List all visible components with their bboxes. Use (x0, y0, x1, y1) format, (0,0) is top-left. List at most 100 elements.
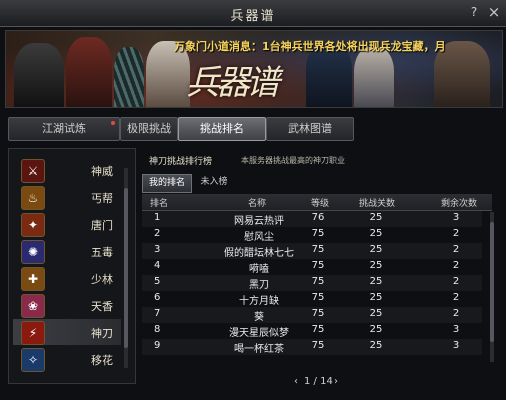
cell-name: 假的醋坛林七七 (224, 248, 294, 259)
cell-level: 75 (311, 260, 325, 271)
tab-label: 极限挑战 (127, 122, 171, 135)
cell-name: 喝一杯红茶 (234, 344, 284, 355)
sect-list-scrollbar[interactable] (124, 168, 128, 368)
cell-level: 76 (311, 212, 325, 223)
shaolin-icon: ✚ (21, 267, 45, 291)
tianxiang-icon: ❀ (21, 294, 45, 318)
table-row[interactable]: 4 嗬嗑 75 25 2 (142, 259, 482, 275)
sidebar-item-label: 丐帮 (91, 192, 113, 205)
next-page-button[interactable]: › (334, 376, 338, 387)
cell-name: 葵 (254, 312, 264, 323)
sidebar-item-yihua[interactable]: ✧ 移花 (13, 346, 121, 372)
sidebar-item-gaibang[interactable]: ♨ 丐帮 (13, 184, 121, 210)
cell-remaining: 2 (452, 260, 460, 271)
cell-remaining: 2 (452, 292, 460, 303)
table-row[interactable]: 1 网易云热评 76 25 3 (142, 211, 482, 227)
tab-jianghu-trial[interactable]: 江湖试炼 (8, 117, 120, 141)
window-title: 兵器谱 (230, 9, 276, 24)
banner: 兵器谱 万象门小道消息：1台神兵世界各处将出现兵龙宝藏，月 (5, 30, 503, 108)
cell-rank: 2 (154, 228, 161, 239)
sidebar-item-label: 神威 (91, 165, 113, 178)
tab-my-rank[interactable]: 我的排名 (142, 174, 192, 193)
table-row[interactable]: 3 假的醋坛林七七 75 25 2 (142, 243, 482, 259)
cell-remaining: 2 (452, 276, 460, 287)
header-remaining: 剩余次数 (440, 199, 477, 209)
cell-rank: 7 (154, 308, 161, 319)
cell-level: 75 (311, 340, 325, 351)
sidebar-item-wudu[interactable]: ✺ 五毒 (13, 238, 121, 264)
ranking-subtabs: 我的排名 未入榜 (142, 174, 492, 193)
cell-remaining: 2 (452, 308, 460, 319)
cell-rank: 9 (154, 340, 161, 351)
cell-wins: 25 (369, 276, 383, 287)
tab-bar: 江湖试炼 极限挑战 挑战排名 武林图谱 (8, 117, 498, 141)
cell-name: 网易云热评 (234, 216, 284, 227)
tangmen-icon: ✦ (21, 213, 45, 237)
cell-rank: 4 (154, 260, 161, 271)
header-name: 名称 (247, 199, 266, 209)
cell-remaining: 2 (452, 244, 460, 255)
cell-level: 75 (311, 324, 325, 335)
sidebar-item-tianxiang[interactable]: ❀ 天香 (13, 292, 121, 318)
cell-remaining: 2 (452, 228, 460, 239)
yihua-icon: ✧ (21, 348, 45, 372)
close-button[interactable]: × (486, 4, 502, 20)
sidebar-item-label: 唐门 (91, 219, 113, 232)
cell-rank: 1 (154, 212, 161, 223)
cell-rank: 5 (154, 276, 161, 287)
banner-calligraphy: 兵器谱 (186, 63, 280, 103)
cell-level: 75 (311, 228, 325, 239)
scrollbar-thumb[interactable] (124, 188, 128, 348)
sect-list: ⚔ 神威 ♨ 丐帮 ✦ 唐门 ✺ 五毒 ✚ 少林 ❀ 天香 ⚡ 神刀 ✧ 移花 (8, 148, 136, 384)
sidebar-item-shenwei[interactable]: ⚔ 神威 (13, 157, 121, 183)
sidebar-item-label: 少林 (91, 273, 113, 286)
shendao-icon: ⚡ (21, 321, 45, 345)
cell-wins: 25 (369, 292, 383, 303)
tab-label: 挑战排名 (200, 122, 244, 135)
table-row[interactable]: 9 喝一杯红茶 75 25 3 (142, 339, 482, 355)
shenwei-icon: ⚔ (21, 159, 45, 183)
header-level: 等级 (310, 199, 329, 209)
cell-wins: 25 (369, 228, 383, 239)
header-rank: 排名 (150, 199, 169, 209)
cell-wins: 25 (369, 244, 383, 255)
tab-unranked[interactable]: 未入榜 (194, 174, 234, 191)
sidebar-item-shaolin[interactable]: ✚ 少林 (13, 265, 121, 291)
scrollbar-thumb[interactable] (490, 222, 494, 342)
banner-character (114, 47, 144, 107)
table-row[interactable]: 8 漫天星辰似梦 75 25 3 (142, 323, 482, 339)
ranking-scrollbar[interactable] (490, 212, 494, 362)
cell-wins: 25 (369, 212, 383, 223)
cell-wins: 25 (369, 324, 383, 335)
table-row[interactable]: 6 十方月缺 75 25 2 (142, 291, 482, 307)
cell-rank: 8 (154, 324, 161, 335)
gaibang-icon: ♨ (21, 186, 45, 210)
table-row[interactable]: 7 葵 75 25 2 (142, 307, 482, 323)
tab-extreme-challenge[interactable]: 极限挑战 (120, 117, 178, 141)
cell-name: 嗬嗑 (249, 264, 269, 275)
help-button[interactable]: ? (466, 4, 482, 20)
cell-remaining: 3 (452, 324, 460, 335)
tab-martial-atlas[interactable]: 武林图谱 (266, 117, 354, 141)
header-wins: 挑战关数 (358, 199, 395, 209)
ranking-title: 神刀挑战排行榜 (149, 157, 213, 167)
tab-challenge-ranking[interactable]: 挑战排名 (178, 117, 266, 141)
banner-character (354, 47, 394, 107)
cell-level: 75 (311, 244, 325, 255)
cell-name: 慰风尘 (244, 232, 274, 243)
sidebar-item-tangmen[interactable]: ✦ 唐门 (13, 211, 121, 237)
cell-wins: 25 (369, 260, 383, 271)
prev-page-button[interactable]: ‹ (294, 376, 298, 387)
table-row[interactable]: 5 黑刀 75 25 2 (142, 275, 482, 291)
cell-level: 75 (311, 308, 325, 319)
table-row[interactable]: 2 慰风尘 75 25 2 (142, 227, 482, 243)
sidebar-item-shendao[interactable]: ⚡ 神刀 (13, 319, 121, 345)
cell-wins: 25 (369, 340, 383, 351)
tab-label: 武林图谱 (288, 122, 332, 135)
cell-wins: 25 (369, 308, 383, 319)
cell-level: 75 (311, 276, 325, 287)
pagination: ‹ 1 / 14 › (290, 376, 350, 390)
cell-rank: 6 (154, 292, 161, 303)
banner-character (66, 37, 112, 107)
banner-character (14, 43, 64, 107)
